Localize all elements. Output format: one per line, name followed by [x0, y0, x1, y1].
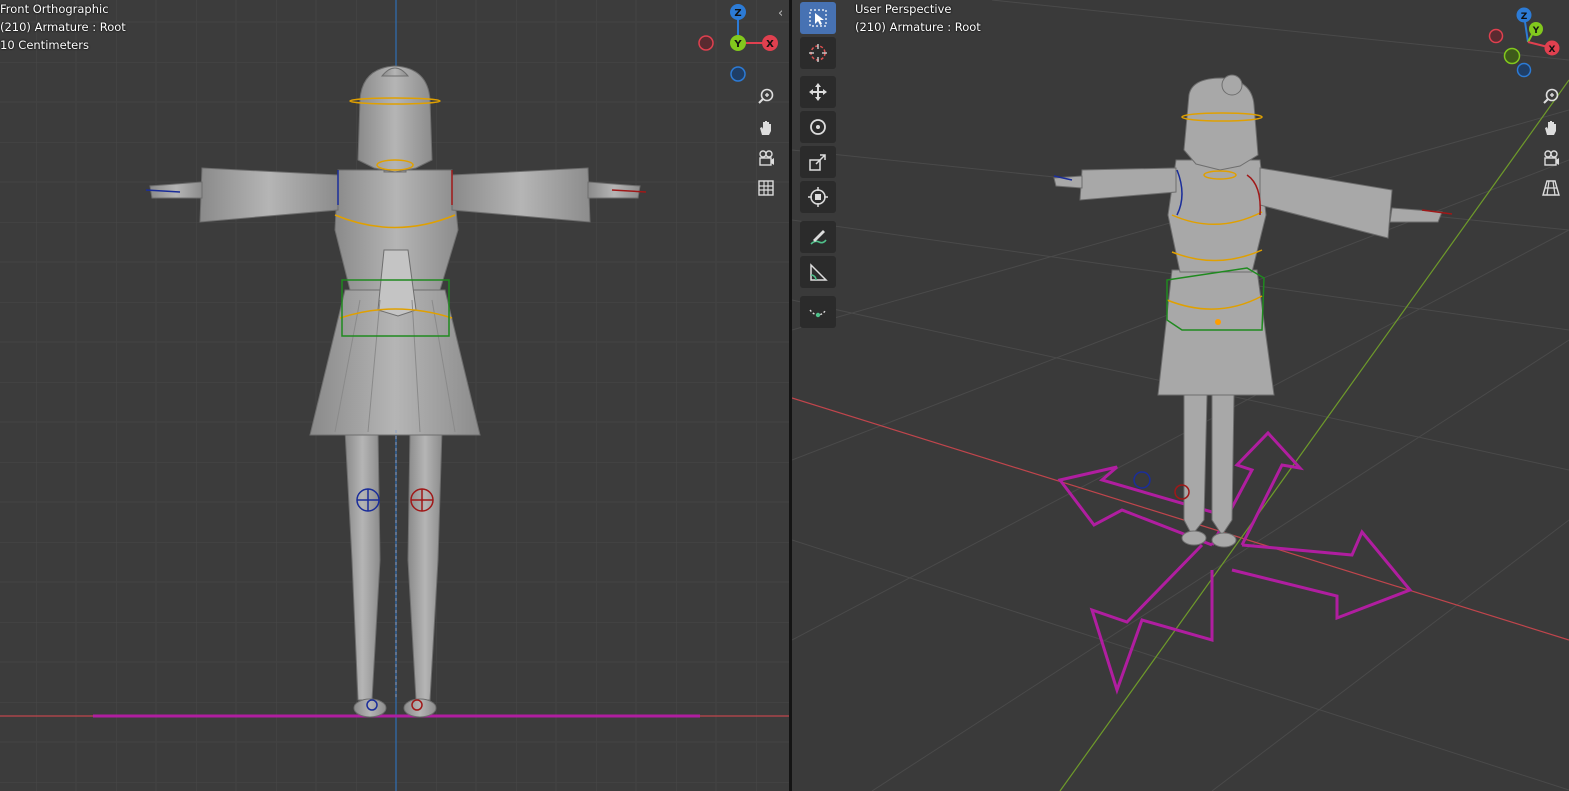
perspective-toggle-icon[interactable] — [1538, 175, 1564, 201]
navigation-gizmo[interactable]: Z Y X — [1488, 4, 1568, 84]
front-viewport-scene — [0, 0, 789, 791]
measure-icon[interactable] — [800, 256, 836, 288]
zoom-icon[interactable] — [753, 84, 779, 110]
scale-icon[interactable] — [800, 146, 836, 178]
rotate-icon[interactable] — [800, 111, 836, 143]
view-name-label: Front Orthographic — [0, 2, 109, 16]
gizmo-x-label: X — [766, 39, 774, 50]
gizmo-x-label: X — [1549, 45, 1556, 55]
move-icon[interactable] — [800, 76, 836, 108]
hand-pan-icon[interactable] — [753, 115, 779, 141]
gizmo-y-label: Y — [1532, 26, 1540, 36]
gizmo-z-label: Z — [734, 8, 741, 19]
gizmo-neg-x-axis — [698, 35, 714, 51]
cursor-icon[interactable] — [800, 37, 836, 69]
select-box-icon[interactable] — [800, 2, 836, 34]
object-info-label: (210) Armature : Root — [0, 20, 126, 34]
object-info-label: (210) Armature : Root — [855, 20, 981, 34]
navigation-gizmo[interactable]: Z Y X — [696, 2, 782, 88]
collapse-arrow-icon[interactable]: ‹ — [778, 6, 783, 21]
view-name-label: User Perspective — [855, 2, 952, 16]
root-bone-origin — [1215, 319, 1221, 325]
gizmo-neg-y-axis — [1503, 47, 1521, 65]
grid-scale-label: 10 Centimeters — [0, 38, 89, 52]
gizmo-y-label: Y — [733, 39, 742, 50]
transform-icon[interactable] — [800, 181, 836, 213]
gizmo-neg-z-axis — [1516, 62, 1532, 78]
grid-toggle-icon[interactable] — [753, 175, 779, 201]
gizmo-z-label: Z — [1521, 12, 1528, 22]
user-perspective-viewport[interactable]: User Perspective (210) Armature : Root Z… — [792, 0, 1569, 791]
hand-pan-icon[interactable] — [1538, 115, 1564, 141]
annotate-icon[interactable] — [800, 221, 836, 253]
gizmo-neg-x-axis — [1488, 28, 1504, 44]
front-orthographic-viewport[interactable]: Front Orthographic (210) Armature : Root… — [0, 0, 789, 791]
camera-icon[interactable] — [753, 145, 779, 171]
roll-icon[interactable] — [800, 296, 836, 328]
zoom-icon[interactable] — [1538, 84, 1564, 110]
camera-icon[interactable] — [1538, 145, 1564, 171]
gizmo-neg-z-axis — [730, 66, 746, 82]
perspective-viewport-scene — [792, 0, 1569, 791]
